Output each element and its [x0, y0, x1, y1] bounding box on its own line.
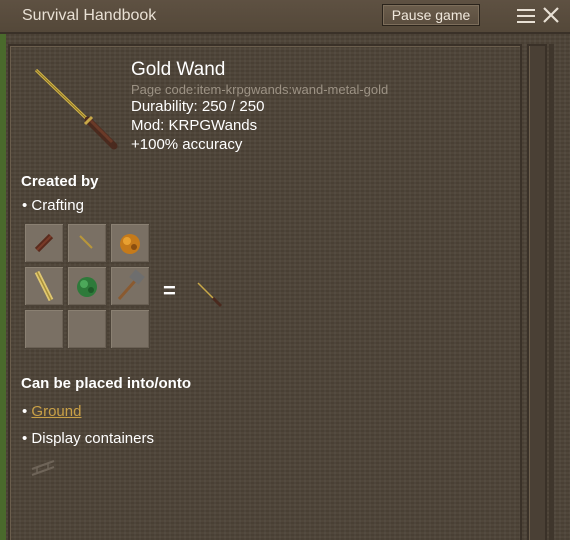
title-bar: Survival Handbook Pause game	[0, 0, 570, 34]
scrollbar-edge	[549, 44, 554, 540]
hammer-icon	[117, 269, 145, 300]
ground-bullet: • Ground	[22, 403, 81, 420]
gold-wand-icon	[34, 68, 118, 150]
grid-slot[interactable]	[24, 266, 64, 306]
placement-heading: Can be placed into/onto	[21, 375, 192, 392]
gold-stick-icon	[79, 235, 93, 249]
equals-sign: =	[163, 278, 176, 303]
amber-gem-icon	[120, 234, 140, 254]
crafting-grid	[24, 223, 152, 351]
hamburger-menu-icon[interactable]	[516, 7, 536, 25]
grid-slot[interactable]	[24, 223, 64, 263]
grid-slot[interactable]	[67, 266, 107, 306]
grid-slot[interactable]	[24, 309, 64, 349]
ground-link[interactable]: Ground	[31, 403, 81, 420]
gold-rod-icon	[34, 270, 54, 302]
scrollbar-track[interactable]	[527, 44, 547, 540]
display-containers-bullet: • Display containers	[22, 430, 154, 447]
created-by-heading: Created by	[21, 173, 99, 190]
window-title: Survival Handbook	[22, 7, 157, 24]
bullet-prefix: •	[22, 403, 32, 420]
wooden-stick-icon	[34, 233, 54, 253]
grid-slot[interactable]	[110, 266, 150, 306]
green-gem-icon	[77, 277, 97, 297]
close-icon[interactable]	[541, 5, 561, 25]
page-code: Page code:item-krpgwands:wand-metal-gold	[131, 82, 389, 97]
grid-slot[interactable]	[110, 309, 150, 349]
rack-icon[interactable]	[30, 455, 56, 479]
mod-text: Mod: KRPGWands	[131, 117, 258, 134]
gold-wand-icon[interactable]	[195, 280, 225, 310]
grid-slot[interactable]	[67, 309, 107, 349]
pause-game-button[interactable]: Pause game	[382, 4, 480, 26]
accuracy-text: +100% accuracy	[131, 136, 243, 153]
item-name: Gold Wand	[131, 59, 226, 80]
crafting-bullet: • Crafting	[22, 197, 84, 214]
durability-text: Durability: 250 / 250	[131, 98, 265, 115]
grid-slot[interactable]	[67, 223, 107, 263]
grid-slot[interactable]	[110, 223, 150, 263]
